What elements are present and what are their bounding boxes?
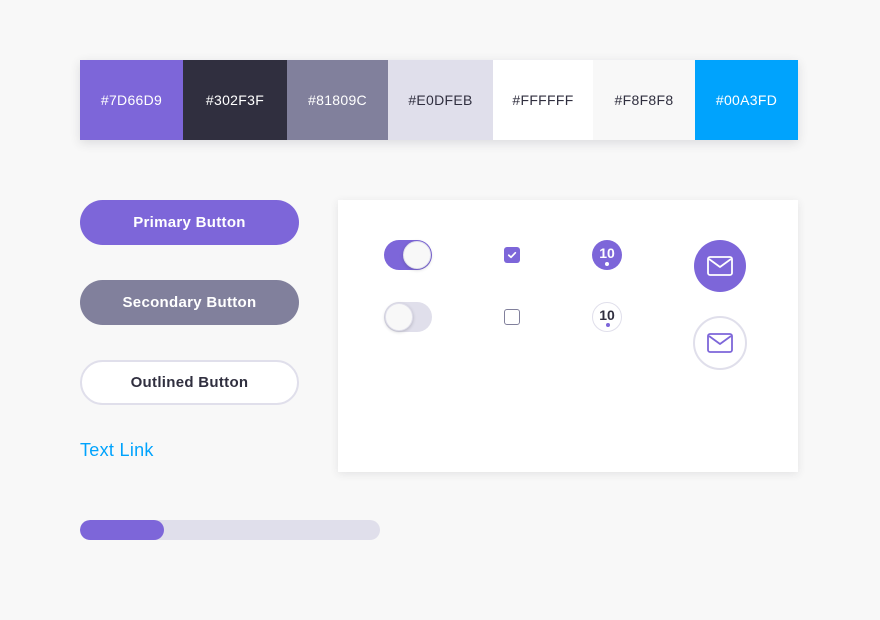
badge-count: 10 [599, 307, 615, 323]
notification-badge-outline[interactable]: 10 [592, 302, 622, 332]
checkbox-unchecked[interactable] [504, 309, 520, 325]
progress-fill [80, 520, 164, 540]
swatch-hex-label: #FFFFFF [512, 92, 574, 108]
toggle-knob [385, 303, 413, 331]
swatch-off-white: #F8F8F8 [593, 60, 695, 140]
swatch-white: #FFFFFF [493, 60, 593, 140]
badge-dot [605, 262, 609, 266]
secondary-button[interactable]: Secondary Button [80, 280, 299, 325]
controls-card: 10 10 [338, 200, 798, 472]
outlined-button[interactable]: Outlined Button [80, 360, 299, 405]
mail-button-outline[interactable] [693, 316, 747, 370]
check-icon [507, 251, 517, 259]
toggle-knob [403, 241, 431, 269]
swatch-muted: #81809C [287, 60, 388, 140]
toggle-switch-on[interactable] [384, 240, 432, 270]
color-palette: #7D66D9 #302F3F #81809C #E0DFEB #FFFFFF … [80, 60, 798, 140]
badge-dot [606, 323, 610, 327]
swatch-hex-label: #F8F8F8 [614, 92, 674, 108]
text-link[interactable]: Text Link [80, 440, 154, 461]
style-guide-page: #7D66D9 #302F3F #81809C #E0DFEB #FFFFFF … [0, 0, 880, 620]
swatch-light: #E0DFEB [388, 60, 493, 140]
notification-badge-filled[interactable]: 10 [592, 240, 622, 270]
swatch-hex-label: #E0DFEB [408, 92, 473, 108]
checkbox-checked[interactable] [504, 247, 520, 263]
swatch-hex-label: #7D66D9 [100, 92, 163, 108]
progress-bar [80, 520, 380, 540]
mail-button-filled[interactable] [694, 240, 746, 292]
swatch-blue: #00A3FD [695, 60, 798, 140]
badge-count: 10 [599, 245, 615, 261]
mail-icon [707, 333, 733, 353]
swatch-hex-label: #81809C [308, 92, 367, 108]
swatch-dark: #302F3F [183, 60, 287, 140]
toggle-switch-off[interactable] [384, 302, 432, 332]
primary-button[interactable]: Primary Button [80, 200, 299, 245]
mail-icon [707, 256, 733, 276]
swatch-hex-label: #00A3FD [715, 92, 778, 108]
swatch-hex-label: #302F3F [205, 92, 265, 108]
swatch-purple: #7D66D9 [80, 60, 183, 140]
